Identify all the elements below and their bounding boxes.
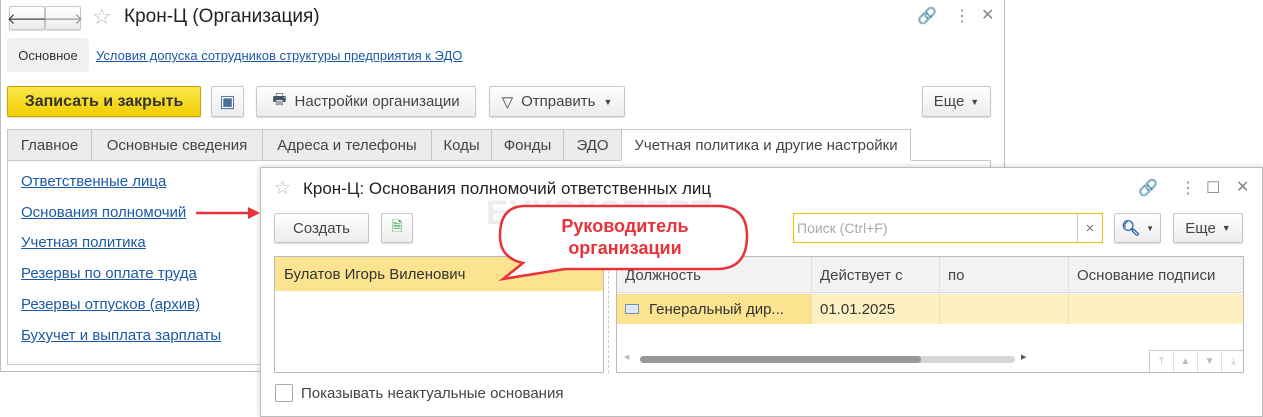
copy-document-button[interactable]: 🗎 (381, 213, 413, 243)
printer-icon: 🖶 (272, 91, 287, 108)
tab-basic-info[interactable]: Основные сведения (91, 129, 263, 161)
close-icon[interactable]: ✕ (1236, 177, 1249, 197)
favorite-star-icon[interactable]: ☆ (274, 177, 291, 200)
position-icon (625, 304, 639, 314)
more-button[interactable]: Еще ▼ (1173, 213, 1243, 243)
clear-search-button[interactable]: × (1077, 214, 1102, 242)
search-input[interactable]: Поиск (Ctrl+F) × (793, 213, 1103, 243)
link-icon[interactable]: 🔗 (1138, 178, 1158, 198)
callout-line-2: организации (568, 238, 682, 258)
move-down-icon[interactable]: ▼ (1198, 351, 1222, 372)
more-label: Еще (933, 93, 965, 110)
cell-from: 01.01.2025 (812, 294, 940, 324)
authority-bases-dialog: ☆ Крон-Ц: Основания полномочий ответстве… (260, 167, 1263, 417)
person-name: Булатов Игорь Виленович (284, 265, 466, 283)
window-title: Крон-Ц (Организация) (124, 6, 320, 27)
move-first-icon[interactable]: ⤒ (1150, 351, 1174, 372)
link-accounting-policy[interactable]: Учетная политика (21, 234, 146, 251)
cell-basis (1069, 294, 1243, 324)
nav-link-edo-access[interactable]: Условия допуска сотрудников структуры пр… (96, 48, 462, 63)
chevron-down-icon: ▼ (603, 96, 613, 107)
favorite-star-icon[interactable]: ☆ (92, 4, 112, 30)
search-placeholder: Поиск (Ctrl+F) (797, 220, 888, 236)
tab-accounting-policy[interactable]: Учетная политика и другие настройки (621, 129, 911, 161)
send-button[interactable]: ▽ Отправить ▼ (489, 86, 625, 117)
menu-dots-icon[interactable]: ⋮ (954, 6, 970, 26)
send-icon: ▽ (501, 93, 514, 111)
org-settings-button[interactable]: 🖶 Настройки организации (256, 86, 476, 117)
link-responsible-persons[interactable]: Ответственные лица (21, 173, 166, 190)
tab-edo[interactable]: ЭДО (563, 129, 622, 161)
cell-to (940, 294, 1069, 324)
move-last-icon[interactable]: ⤓ (1222, 351, 1243, 372)
floppy-disk-icon: ▣ (219, 91, 236, 111)
tab-main[interactable]: Главное (7, 129, 92, 161)
more-label: Еще (1185, 219, 1216, 237)
more-button[interactable]: Еще ▼ (922, 86, 991, 117)
close-icon[interactable]: ✕ (981, 5, 994, 25)
save-and-close-button[interactable]: Записать и закрыть (7, 86, 201, 117)
show-inactive-label[interactable]: Показывать неактуальные основания (301, 385, 563, 402)
move-up-icon[interactable]: ▲ (1174, 351, 1198, 372)
callout-line-1: Руководитель (561, 216, 689, 236)
search-options-button[interactable]: 🔍︎ ▼ (1114, 213, 1161, 243)
row-navigation: ⤒ ▲ ▼ ⤓ (1149, 350, 1243, 372)
cell-position: Генеральный дир... (617, 294, 812, 324)
table-row[interactable]: Генеральный дир... 01.01.2025 (617, 294, 1243, 324)
create-button[interactable]: Создать (274, 213, 369, 243)
column-header-basis[interactable]: Основание подписи (1069, 257, 1243, 293)
save-button[interactable]: ▣ (211, 86, 244, 117)
nav-section-main[interactable]: Основное (7, 38, 89, 72)
chevron-down-icon: ▼ (970, 96, 980, 107)
maximize-icon[interactable]: ☐ (1206, 178, 1220, 198)
chevron-down-icon: ▼ (1221, 223, 1231, 233)
column-header-to[interactable]: по (940, 257, 1069, 293)
menu-dots-icon[interactable]: ⋮ (1180, 178, 1196, 198)
magnifier-icon: 🔍︎ (1121, 220, 1141, 237)
tab-addresses[interactable]: Адреса и телефоны (262, 129, 432, 161)
add-document-icon: 🗎 (391, 218, 403, 234)
link-payroll-reserves[interactable]: Резервы по оплате труда (21, 265, 197, 282)
horizontal-scrollbar[interactable] (640, 356, 1015, 363)
send-label: Отправить (521, 93, 596, 110)
link-payroll-accounting[interactable]: Бухучет и выплата зарплаты (21, 327, 221, 344)
link-icon[interactable]: 🔗 (917, 6, 937, 26)
scroll-right-icon[interactable]: ▶ (1021, 353, 1026, 361)
column-header-from[interactable]: Действует с (812, 257, 940, 293)
callout-text: Руководитель организации (505, 215, 745, 259)
position-text: Генеральный дир... (649, 300, 784, 318)
link-authority-bases[interactable]: Основания полномочий (21, 204, 186, 221)
tab-codes[interactable]: Коды (431, 129, 492, 161)
show-inactive-checkbox[interactable] (275, 384, 293, 402)
tab-funds[interactable]: Фонды (491, 129, 564, 161)
chevron-down-icon: ▼ (1146, 223, 1154, 233)
forward-button[interactable]: 🡒 (43, 6, 83, 30)
org-settings-label: Настройки организации (294, 93, 460, 110)
link-vacation-reserves[interactable]: Резервы отпусков (архив) (21, 296, 200, 313)
scroll-left-icon[interactable]: ◀ (624, 353, 629, 361)
back-button[interactable]: 🡐 (7, 6, 47, 30)
red-arrow-icon (196, 207, 260, 219)
scrollbar-thumb[interactable] (640, 356, 922, 363)
